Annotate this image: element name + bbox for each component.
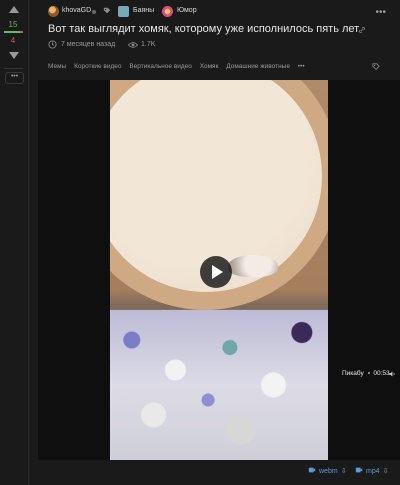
volume-icon[interactable] bbox=[388, 370, 396, 378]
download-icon: ⇩ bbox=[382, 468, 389, 475]
divider bbox=[4, 68, 23, 69]
rating-bar bbox=[4, 31, 23, 33]
arrow-up-icon[interactable] bbox=[9, 6, 19, 13]
video-file-icon bbox=[355, 467, 363, 473]
tag-item[interactable]: Хомяк bbox=[200, 63, 219, 70]
post-time: 7 месяцев назад bbox=[61, 41, 116, 48]
community-icon-humor[interactable] bbox=[162, 6, 173, 17]
community-icon-bayany[interactable] bbox=[118, 6, 129, 17]
author-name[interactable]: khovaGD bbox=[62, 7, 91, 14]
tag-item[interactable]: Короткие видео bbox=[74, 63, 121, 70]
upvote-count: 15 bbox=[8, 20, 18, 29]
link-icon[interactable] bbox=[358, 26, 366, 34]
kebab-icon[interactable]: ••• bbox=[375, 7, 386, 18]
download-webm-link[interactable]: webm ⇩ bbox=[308, 466, 347, 475]
community-link-bayany[interactable]: Баяны bbox=[133, 7, 154, 14]
video-content bbox=[110, 310, 328, 460]
post-header: khovaGD Баяны Юмор ••• bbox=[48, 5, 400, 19]
avatar[interactable] bbox=[48, 6, 59, 17]
downvote-count: 4 bbox=[10, 36, 16, 45]
tag-icon bbox=[103, 7, 111, 14]
tags-more-button[interactable]: ••• bbox=[298, 63, 305, 70]
view-count: 1.7K bbox=[141, 41, 156, 48]
community-link-humor[interactable]: Юмор bbox=[177, 7, 197, 14]
download-label: mp4 bbox=[366, 468, 380, 475]
tag-list: Мемы Короткие видео Вертикальное видео Х… bbox=[48, 63, 311, 73]
download-icon: ⇩ bbox=[340, 468, 347, 475]
eye-icon bbox=[128, 42, 138, 48]
arrow-down-icon[interactable] bbox=[9, 52, 19, 59]
tag-icon[interactable] bbox=[372, 63, 380, 71]
tag-item[interactable]: Вертикальное видео bbox=[129, 63, 192, 70]
video-file-icon bbox=[308, 467, 316, 473]
video-info: Пикабу 00:53 bbox=[342, 370, 390, 377]
video-player[interactable] bbox=[38, 80, 400, 460]
separator-dot bbox=[367, 372, 370, 375]
post-title[interactable]: Вот так выглядит хомяк, которому уже исп… bbox=[48, 23, 359, 35]
vote-rail: 15 4 ••• bbox=[0, 0, 29, 485]
tag-item[interactable]: Мемы bbox=[48, 63, 66, 70]
rail-more-button[interactable]: ••• bbox=[5, 72, 24, 84]
video-content bbox=[228, 255, 278, 277]
status-dot bbox=[92, 10, 96, 14]
tag-item[interactable]: Домашние животные bbox=[226, 63, 290, 70]
download-label: webm bbox=[319, 468, 338, 475]
play-icon[interactable] bbox=[200, 256, 232, 288]
video-source: Пикабу bbox=[342, 370, 364, 377]
clock-icon bbox=[48, 40, 57, 49]
download-mp4-link[interactable]: mp4 ⇩ bbox=[355, 466, 389, 475]
